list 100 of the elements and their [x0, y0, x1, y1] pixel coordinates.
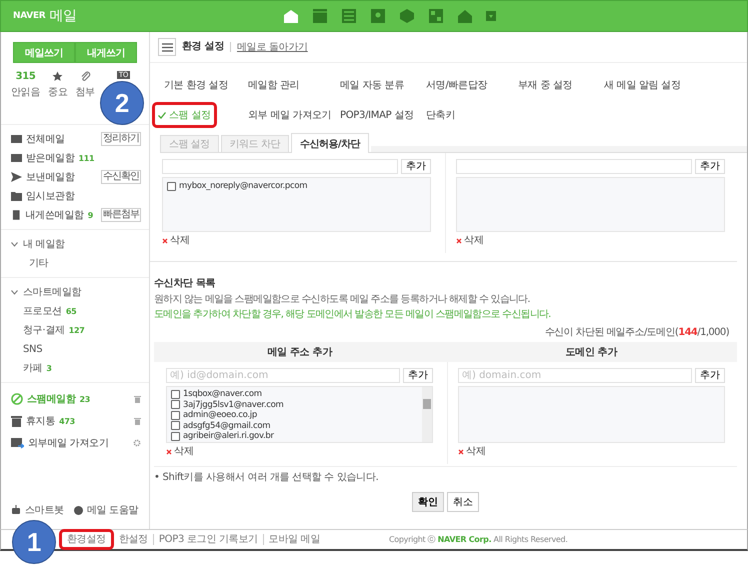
checkbox[interactable] — [171, 432, 180, 441]
trash-icon[interactable] — [134, 395, 141, 403]
page-title: 환경 설정 — [182, 42, 231, 52]
email-address: 3aj7jgg5lsv1@naver.com — [183, 400, 284, 410]
folder-name[interactable]: 프로모션 — [23, 304, 62, 318]
address-input[interactable]: 예) domain.com — [458, 368, 692, 383]
add-button[interactable]: 추가 — [695, 159, 725, 174]
group-title[interactable]: 스마트메일함 — [23, 285, 82, 299]
mail-count: 23 — [80, 394, 90, 404]
add-button[interactable]: 추가 — [403, 368, 433, 383]
folder-name[interactable]: 전체메일 — [26, 132, 65, 146]
settings-menu-item[interactable]: POP3/IMAP 설정 — [334, 108, 414, 122]
address-input[interactable] — [456, 159, 692, 174]
back-link[interactable]: 메일로 돌아가기 — [236, 40, 308, 54]
dialog-button[interactable]: 취소 — [447, 492, 479, 512]
hint-text: • Shift키를 사용해서 여러 개를 선택할 수 있습니다. — [154, 466, 737, 484]
mail-count: 127 — [68, 326, 84, 334]
folder-name[interactable]: 카페 — [23, 361, 42, 375]
scrollbar[interactable] — [422, 387, 432, 442]
folder-action-button[interactable]: 정리하기 — [101, 132, 141, 146]
folder-name[interactable]: 내게쓴메일함 — [26, 208, 84, 222]
settings-menu-item[interactable]: 기본 환경 설정 — [158, 78, 228, 92]
trash-icon[interactable] — [134, 417, 141, 425]
group-title[interactable]: 내 메일함 — [23, 237, 65, 251]
tab[interactable]: 수신허용/차단 — [290, 133, 370, 153]
chevron-icon[interactable] — [11, 242, 18, 246]
folder-name[interactable]: 임시보관함 — [26, 189, 75, 203]
quick-label[interactable]: 중요 — [48, 85, 68, 99]
close-icon — [166, 449, 172, 455]
mail-count: 9 — [88, 210, 93, 220]
folder-action-button[interactable]: 수신확인 — [101, 170, 141, 184]
email-address: admin@eoeo.co.jp — [183, 410, 257, 420]
delete-button[interactable]: 삭제 — [162, 235, 190, 247]
mail-count: 473 — [59, 416, 75, 426]
house-icon[interactable] — [457, 8, 473, 24]
folder-name[interactable]: 청구·결제 — [23, 323, 65, 337]
footer-link[interactable]: POP3 로그인 기록보기 — [158, 534, 258, 545]
checkbox[interactable] — [167, 182, 176, 191]
menu-button[interactable] — [158, 38, 176, 56]
step-badge: 2 — [100, 81, 144, 125]
footer-link[interactable]: 환경설정 — [67, 534, 106, 545]
mail-count: 3 — [46, 364, 52, 372]
close-icon — [458, 449, 464, 455]
quick-label[interactable]: 안읽음 — [11, 85, 40, 99]
settings-menu-item[interactable]: 메일 자동 분류 — [334, 78, 404, 92]
settings-menu-item[interactable]: 부재 중 설정 — [512, 78, 572, 92]
checkmark-icon — [158, 112, 166, 118]
trash-icon — [11, 415, 22, 427]
delete-button[interactable]: 삭제 — [456, 235, 484, 247]
folder-name[interactable]: SNS — [23, 344, 42, 354]
folder-name[interactable]: 보낸메일함 — [26, 170, 75, 184]
folder-name[interactable]: 외부메일 가져오기 — [28, 436, 108, 450]
folder-name[interactable]: 휴지통 — [26, 414, 56, 428]
robot-icon[interactable] — [11, 505, 21, 515]
checkbox[interactable] — [171, 421, 180, 430]
calendar-icon[interactable] — [312, 8, 328, 24]
email-address: mybox_noreply@navercor.pcom — [179, 181, 308, 192]
star-icon[interactable] — [52, 71, 64, 82]
close-icon — [162, 238, 168, 244]
dropdown-icon[interactable] — [486, 11, 496, 21]
add-button[interactable]: 추가 — [695, 368, 725, 383]
help-link[interactable]: 메일 도움말 — [86, 503, 138, 517]
block-counter: 수신이 차단된 메일주소/도메인(144/1,000) — [544, 326, 730, 339]
close-icon — [456, 238, 462, 244]
mail-count: 111 — [78, 154, 94, 162]
checkbox[interactable] — [171, 400, 180, 410]
bot-link[interactable]: 스마트봇 — [25, 503, 64, 517]
mail-count: 65 — [66, 306, 76, 316]
email-address: 1sqbox@naver.com — [183, 389, 262, 400]
blocked-icon — [11, 393, 23, 405]
column-header: 도메인 추가 — [564, 346, 618, 359]
folder-action-button[interactable]: 빠른첨부 — [101, 208, 141, 222]
dialog-button[interactable]: 확인 — [412, 492, 444, 512]
address-input[interactable] — [162, 159, 398, 174]
email-address: agribeir@aleri.ri.gov.br — [183, 431, 274, 442]
folder-name[interactable]: 기타 — [29, 256, 48, 270]
column-header: 메일 주소 추가 — [266, 346, 334, 359]
note: 도메인을 추가하여 차단할 경우, 해당 도메인에서 발송한 모든 메일이 스팸메일함으로 수신됩니다. — [154, 308, 552, 321]
checkbox[interactable] — [171, 390, 180, 399]
menu-icon — [162, 42, 172, 52]
paperclip-icon[interactable] — [80, 71, 91, 82]
section-title: 수신차단 목록 — [154, 277, 216, 290]
settings-menu-item[interactable]: 새 메일 알림 설정 — [598, 78, 681, 92]
settings-menu-item[interactable]: 메일함 관리 — [242, 78, 300, 92]
settings-menu-item[interactable]: 서명/빠른답장 — [420, 78, 488, 92]
chevron-icon[interactable] — [11, 290, 18, 294]
quick-label[interactable]: 첨부 — [76, 85, 95, 99]
email-address: adsgfg54@gmail.com — [183, 420, 270, 431]
delete-button[interactable]: 삭제 — [166, 446, 194, 458]
checkbox[interactable] — [171, 410, 180, 420]
copyright: Copyright ⓒ NAVER Corp. All Rights Reserved. — [389, 534, 568, 545]
settings-menu-item[interactable]: 외부 메일 가져오기 — [242, 108, 332, 122]
delete-button[interactable]: 삭제 — [458, 446, 486, 458]
footer-link[interactable]: 한설정 — [118, 534, 148, 545]
folder-name[interactable]: 받은메일함 — [26, 151, 75, 165]
list-icon[interactable] — [341, 8, 357, 24]
address-input[interactable]: 예) id@domain.com — [166, 368, 400, 383]
add-button[interactable]: 추가 — [401, 159, 431, 174]
footer-link[interactable]: 모바일 메일 — [268, 534, 320, 545]
settings-menu-item[interactable]: 단축키 — [420, 108, 456, 122]
